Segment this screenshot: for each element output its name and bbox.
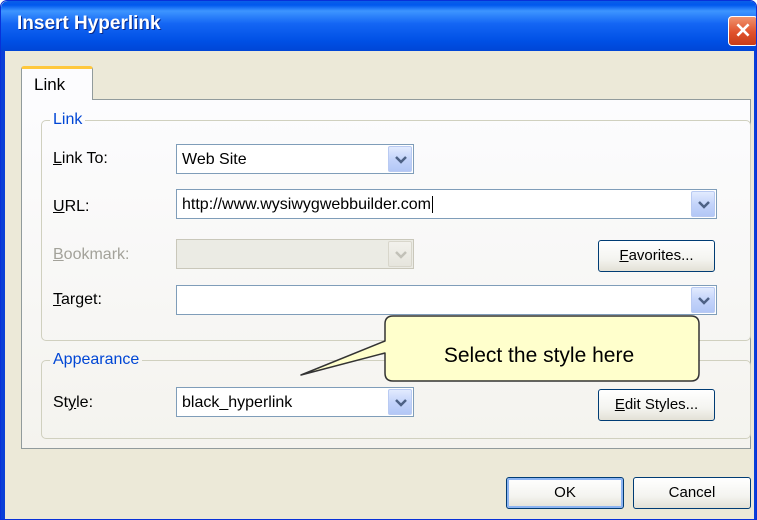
- insert-hyperlink-dialog: Insert Hyperlink × Link Link Link To: We…: [0, 0, 757, 520]
- callout-bubble: [300, 315, 700, 382]
- callout-text: Select the style here: [443, 344, 635, 367]
